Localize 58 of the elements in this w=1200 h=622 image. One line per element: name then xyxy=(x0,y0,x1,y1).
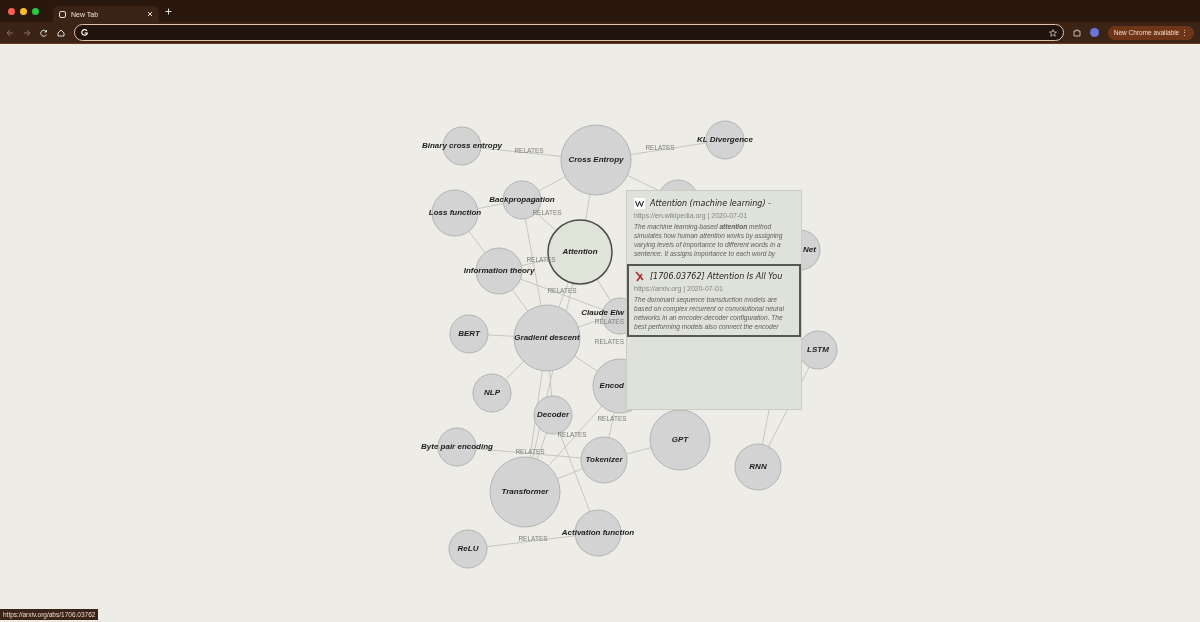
node-label: KL Divergence xyxy=(697,135,753,144)
node-label: Encod xyxy=(599,381,624,390)
node-label: BERT xyxy=(458,329,480,338)
graph-node[interactable] xyxy=(431,189,479,237)
maximize-window-icon[interactable] xyxy=(32,7,39,15)
node-label: NLP xyxy=(484,388,500,397)
node-label: Transformer xyxy=(501,487,549,496)
graph-node[interactable] xyxy=(734,443,782,491)
node-label: Byte pair encoding xyxy=(421,442,493,451)
new-tab-icon[interactable] xyxy=(165,7,172,15)
back-icon[interactable] xyxy=(6,28,14,37)
node-label: Claude Elw xyxy=(581,308,624,317)
node-label: RNN xyxy=(749,462,767,471)
reload-icon[interactable] xyxy=(40,28,48,37)
graph-node[interactable] xyxy=(448,529,488,569)
node-label: ReLU xyxy=(457,544,479,553)
edge-line xyxy=(468,230,486,254)
preview-card[interactable] xyxy=(627,264,801,337)
edge-line xyxy=(477,203,504,209)
graph-node[interactable] xyxy=(449,314,489,354)
graph-node[interactable] xyxy=(649,409,711,471)
edge-line xyxy=(538,176,566,192)
card-title: Attention (machine learning) - xyxy=(650,199,771,208)
node-label: Loss function xyxy=(428,208,482,217)
home-icon[interactable] xyxy=(57,28,65,37)
page-icon xyxy=(59,10,66,18)
edge-line xyxy=(627,174,661,192)
node-label: Binary cross entropy xyxy=(422,141,502,150)
node-label: Backpropagation xyxy=(489,195,555,204)
graph-node[interactable] xyxy=(513,304,581,372)
node-label: LSTM xyxy=(807,345,829,354)
graph-node[interactable] xyxy=(580,436,628,484)
graph-node[interactable] xyxy=(489,456,561,528)
card-title: [1706.03762] Attention Is All You xyxy=(650,272,783,281)
graph-node[interactable] xyxy=(472,373,512,413)
forward-icon[interactable] xyxy=(23,28,31,37)
node-label: Tokenizer xyxy=(585,455,623,464)
node-label: Net xyxy=(803,245,816,254)
edge-line xyxy=(505,360,525,380)
node-label: Cross Entropy xyxy=(568,155,624,164)
edge-line xyxy=(625,447,652,455)
close-window-icon[interactable] xyxy=(8,7,15,15)
address-bar[interactable] xyxy=(74,24,1064,41)
minimize-window-icon[interactable] xyxy=(20,7,27,15)
node-label: Information theory xyxy=(463,266,535,275)
node-label: Attention xyxy=(562,247,598,256)
node-label: Decoder xyxy=(537,410,569,419)
node-label: Gradient descent xyxy=(514,333,580,342)
w-logo-icon xyxy=(634,198,645,209)
star-icon[interactable] xyxy=(1048,28,1057,37)
g-logo-icon xyxy=(81,29,88,36)
node-label: Activation function xyxy=(561,528,635,537)
close-icon[interactable] xyxy=(147,11,153,17)
graph-node[interactable] xyxy=(560,124,632,196)
edge-line xyxy=(585,194,591,221)
node-label: GPT xyxy=(671,435,689,444)
profile-avatar[interactable] xyxy=(1089,28,1099,37)
x-mark-icon xyxy=(634,271,645,282)
